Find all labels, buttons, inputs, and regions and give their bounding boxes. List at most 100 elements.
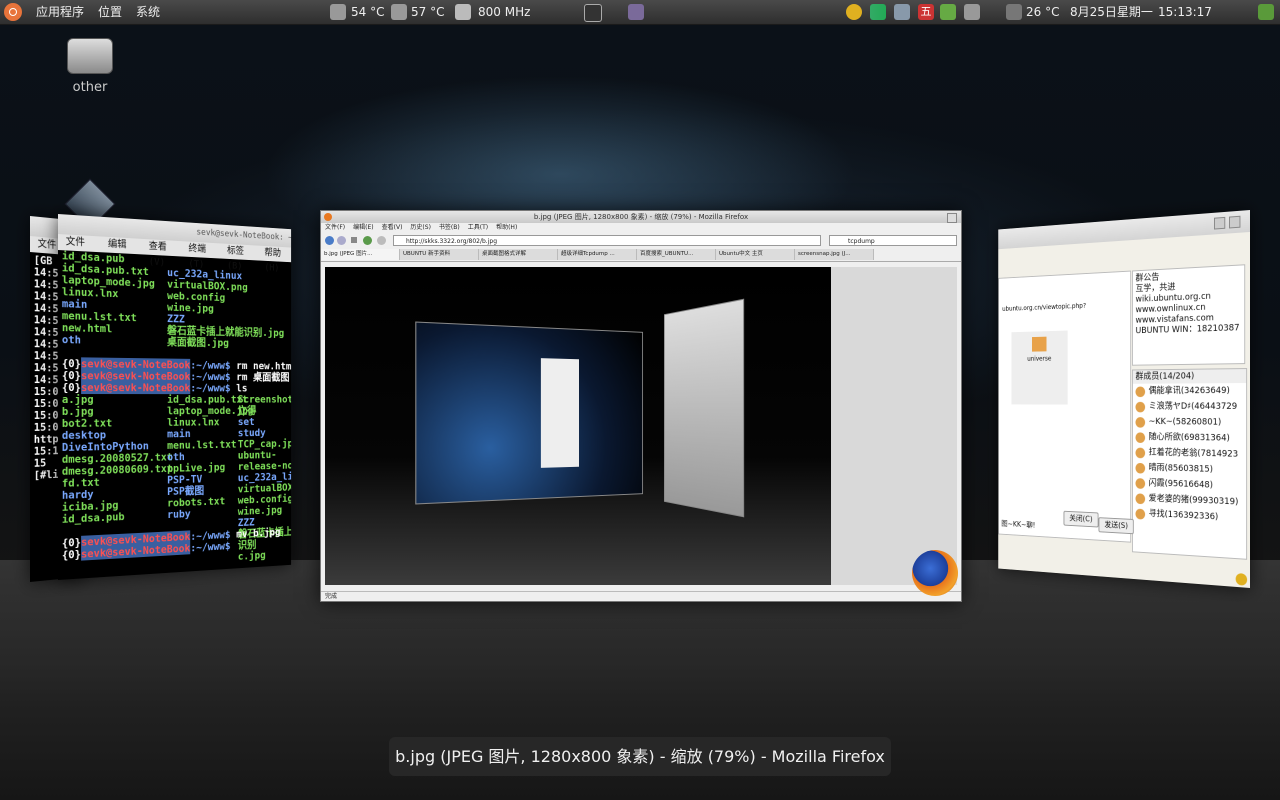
ls-column: id_dsa.pub id_dsa.pub.txt laptop_mode.jpg l…: [61, 249, 155, 348]
history-dropdown-icon[interactable]: [351, 237, 357, 243]
status-bar: 完成: [321, 591, 961, 601]
terminal-menu-item[interactable]: 终端(T): [188, 242, 216, 270]
browser-tab[interactable]: 百度搜索_UBUNTU...: [637, 249, 716, 260]
member-row[interactable]: ~KK~(58260801): [1133, 414, 1246, 431]
weather-icon: [1006, 4, 1022, 20]
image-viewer[interactable]: [325, 267, 831, 585]
weather-temp[interactable]: 26 °C: [1026, 0, 1059, 24]
terminal-menu-item[interactable]: 帮助(H): [264, 246, 291, 274]
browser-tab[interactable]: Ubuntu中文 主页: [716, 249, 795, 260]
forward-icon[interactable]: [337, 236, 346, 245]
member-rows: 偶能拿讯(34263649) ミ浪荡ヤD♯(46443729 ~KK~(582608…: [1133, 383, 1246, 527]
qq-icon[interactable]: [846, 4, 862, 20]
cpu-temp-icon: [330, 4, 346, 20]
desktop-icon-other[interactable]: other: [60, 38, 120, 95]
volume-icon[interactable]: [964, 4, 980, 20]
maximize-button[interactable]: [1214, 216, 1226, 230]
url-bar[interactable]: http://skks.3322.org/802/b.jpg: [393, 235, 821, 246]
member-row[interactable]: ミ浪荡ヤD♯(46443729: [1133, 399, 1246, 415]
terminal-menu-item[interactable]: 查看(V): [149, 239, 178, 268]
update-icon[interactable]: [940, 4, 956, 20]
firefox-menu-item[interactable]: 帮助(H): [496, 224, 517, 231]
browser-tab[interactable]: 超级详细Tcpdump ...: [558, 249, 637, 260]
browser-tab[interactable]: screensnap.jpg (J...: [795, 249, 874, 260]
cpu-freq-icon: [455, 4, 471, 20]
network-signal-icon[interactable]: [870, 4, 886, 20]
desktop-icon-label: other: [72, 80, 108, 95]
close-button[interactable]: [947, 213, 957, 223]
chat-area: ubuntu.org.cn/viewtopic.php? universe: [998, 270, 1132, 543]
browser-tab[interactable]: 桌面截图格式详解: [479, 249, 558, 260]
clock[interactable]: 15:13:17: [1158, 0, 1212, 24]
menu-applications[interactable]: 应用程序: [36, 0, 84, 24]
window-title: sevk@sevk-NoteBook: ~/www: [196, 227, 292, 245]
app-launcher-icon[interactable]: [628, 4, 644, 20]
cpu-temp-1: 54 °C: [351, 5, 385, 19]
group-notice: 群公告 互学，共进 wiki.ubuntu.org.cn www.ownlinux.…: [1131, 264, 1246, 366]
cpu-frequency: 800 MHz: [478, 5, 531, 19]
drive-icon: [67, 38, 113, 74]
terminal-launcher-icon[interactable]: [584, 4, 602, 22]
folder-icon: [1032, 336, 1047, 352]
firefox-menu-item[interactable]: 历史(S): [410, 224, 431, 231]
screenshot-cube-face: [415, 321, 644, 505]
window-titlebar[interactable]: b.jpg (JPEG 图片, 1280x800 象素) - 缩放 (79%) …: [321, 211, 961, 223]
send-button[interactable]: 发送(S): [1098, 517, 1135, 535]
file-entry: ubuntu-release-notes: [237, 448, 292, 473]
member-list[interactable]: 群成员(14/204) 偶能拿讯(34263649) ミ浪荡ヤD♯(4644372…: [1131, 368, 1248, 560]
prompt-prefix: {0}: [61, 547, 81, 562]
folder-label: universe: [1027, 354, 1052, 363]
cpu-temp-2: 57 °C: [411, 5, 445, 19]
screenshot-cube-side: [663, 298, 745, 518]
input-method-icon[interactable]: 五: [918, 4, 934, 20]
terminal-output: id_dsa.pub id_dsa.pub.txt laptop_mode.jpg l…: [58, 249, 292, 580]
show-desktop-icon[interactable]: [1258, 4, 1274, 20]
date[interactable]: 8月25日星期一: [1070, 0, 1153, 24]
close-button[interactable]: [1229, 215, 1241, 229]
qq-penguin-icon: [1235, 572, 1248, 586]
firefox-small-icon: [324, 213, 332, 221]
terminal-window[interactable]: sevk@sevk-NoteBook: ~/www 文件(F) 编辑(E) 查看(V…: [58, 214, 292, 580]
firefox-menu-item[interactable]: 查看(V): [382, 224, 403, 231]
ls-column: a.jpg b.jpg bot2.txt desktop DiveIntoPython d…: [61, 393, 173, 526]
prompt-block: {0}sevk@sevk-NoteBook:~/www$ rm new.html…: [62, 357, 291, 394]
firefox-window[interactable]: b.jpg (JPEG 图片, 1280x800 象素) - 缩放 (79%) …: [320, 210, 962, 602]
member-row[interactable]: 偶能拿讯(34263649): [1133, 383, 1246, 399]
prompt-path: :~/www$: [190, 539, 231, 555]
navigation-toolbar: http://skks.3322.org/802/b.jpg tcpdump: [321, 233, 961, 249]
window-switcher-caption: b.jpg (JPEG 图片, 1280x800 象素) - 缩放 (79%) …: [389, 737, 891, 776]
member-list-title: 群成员(14/204): [1132, 369, 1247, 384]
window-title: b.jpg (JPEG 图片, 1280x800 象素) - 缩放 (79%) …: [533, 213, 749, 221]
search-box[interactable]: tcpdump: [829, 235, 957, 246]
ubuntu-logo-icon[interactable]: [4, 3, 22, 21]
menu-system[interactable]: 系统: [136, 0, 160, 24]
file-entry: id_dsa.pub: [61, 510, 125, 526]
browser-tab[interactable]: UBUNTU 新手资料: [400, 249, 479, 260]
network-icon[interactable]: [894, 4, 910, 20]
reload-icon[interactable]: [363, 236, 372, 245]
close-chat-button[interactable]: 关闭(C): [1063, 510, 1099, 528]
file-entry: oth: [61, 333, 81, 347]
firefox-menu-item[interactable]: 书签(B): [439, 224, 460, 231]
tab-bar: b.jpg (JPEG 图片... UBUNTU 新手资料 桌面截图格式详解 超级详细…: [321, 249, 961, 262]
viewer-background: [831, 267, 957, 585]
file-entry: Screenshot-新立得: [237, 393, 292, 417]
browser-tab[interactable]: b.jpg (JPEG 图片...: [321, 249, 400, 260]
notice-body: 互学，共进 wiki.ubuntu.org.cn www.ownlinux.cn ww…: [1135, 279, 1241, 337]
qq-group-chat-window[interactable]: ubuntu.org.cn/viewtopic.php? universe 群公…: [998, 210, 1250, 588]
notice-line: UBUNTU WIN：18210387: [1135, 323, 1240, 337]
firefox-menu-item[interactable]: 编辑(E): [353, 224, 373, 231]
screenshot-inner-window: [540, 358, 580, 468]
chat-attachment[interactable]: universe: [1011, 330, 1068, 405]
back-icon[interactable]: [325, 236, 334, 245]
menu-places[interactable]: 位置: [98, 0, 122, 24]
firefox-menu-item[interactable]: 文件(F): [325, 224, 345, 231]
ls-column: uc_232a_linux virtualBOX.png web.config win…: [167, 266, 284, 350]
firefox-menubar: 文件(F) 编辑(E) 查看(V) 历史(S) 书签(B) 工具(T) 帮助(H): [321, 223, 961, 233]
firefox-menu-item[interactable]: 工具(T): [468, 224, 488, 231]
firefox-logo-icon: [912, 550, 958, 596]
stop-icon[interactable]: [377, 236, 386, 245]
terminal-menu-item[interactable]: 标签(B): [227, 244, 254, 272]
cpu-temp-icon: [391, 4, 407, 20]
chat-message-url: ubuntu.org.cn/viewtopic.php?: [1002, 301, 1087, 313]
